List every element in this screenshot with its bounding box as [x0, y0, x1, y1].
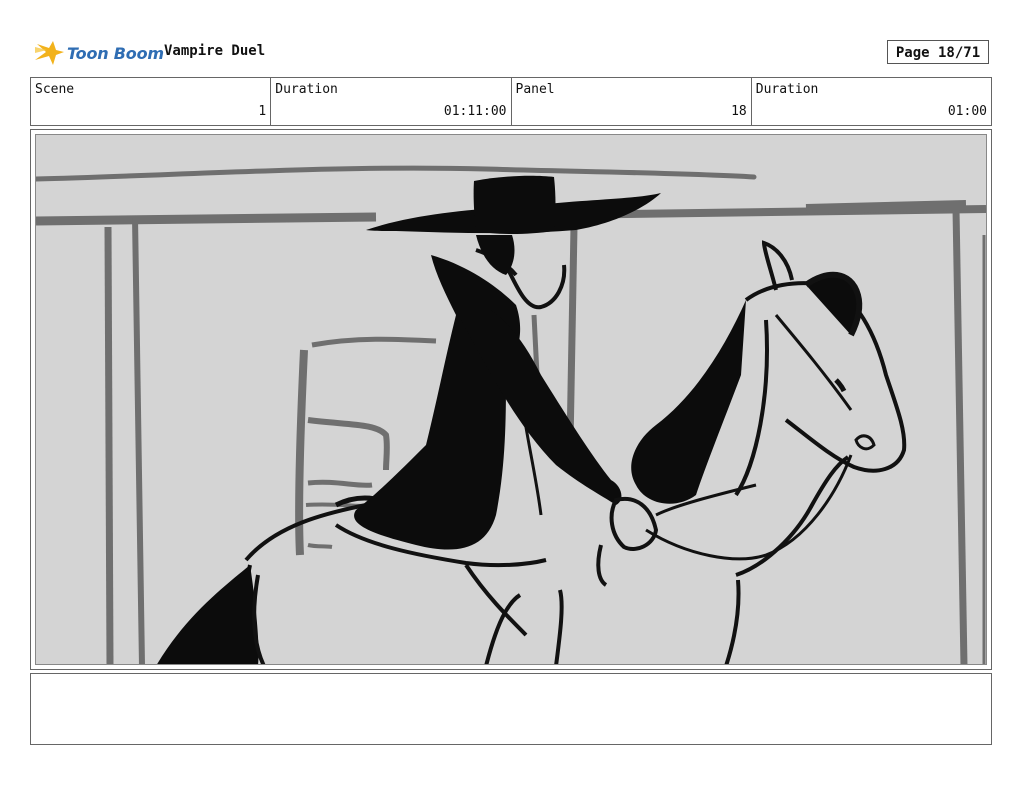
panel-label: Panel [515, 82, 555, 97]
panel-duration-value: 01:00 [947, 104, 987, 119]
scene-label: Scene [35, 82, 75, 97]
panel-value: 18 [731, 104, 747, 119]
scene-value: 1 [258, 104, 267, 119]
storyboard-sketch-icon [36, 165, 986, 664]
scene-duration-value: 01:11:00 [443, 104, 507, 119]
panel-cell: Panel 18 [512, 78, 752, 125]
toon-boom-logo: Toon Boom [33, 36, 164, 70]
scene-cell: Scene 1 [31, 78, 272, 125]
toon-boom-star-icon [35, 41, 64, 65]
page-indicator: Page 18/71 [887, 40, 989, 64]
brand-name: Toon Boom [67, 43, 164, 63]
storyboard-panel-image [35, 134, 987, 665]
panel-notes-area [30, 673, 992, 745]
storyboard-panel-frame [30, 129, 992, 670]
project-title: Vampire Duel [164, 43, 266, 59]
panel-duration-cell: Duration 01:00 [752, 78, 991, 125]
scene-duration-cell: Duration 01:11:00 [271, 78, 512, 125]
panel-duration-label: Duration [755, 82, 819, 97]
scene-duration-label: Duration [275, 82, 338, 97]
panel-info-row: Scene 1 Duration 01:11:00 Panel 18 Durat… [30, 77, 992, 126]
